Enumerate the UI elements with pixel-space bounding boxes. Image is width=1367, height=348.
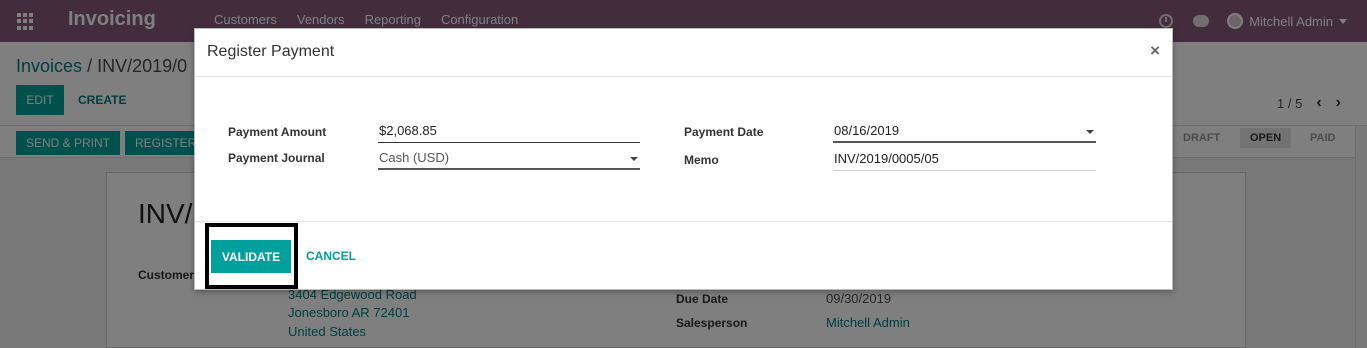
modal-title: Register Payment <box>207 43 335 60</box>
payment-amount-input[interactable]: $2,068.85 <box>378 123 640 143</box>
cancel-button[interactable]: CANCEL <box>306 249 356 263</box>
payment-journal-select[interactable]: Cash (USD) <box>378 150 640 170</box>
payment-date-label: Payment Date <box>684 125 764 139</box>
dropdown-arrow-icon <box>630 157 638 161</box>
modal-body: Payment Amount $2,068.85 Payment Journal… <box>195 77 1172 221</box>
memo-label: Memo <box>684 153 719 167</box>
modal-header: Register Payment × <box>195 29 1172 77</box>
payment-date-value: 08/16/2019 <box>834 123 900 138</box>
payment-amount-label: Payment Amount <box>228 125 327 139</box>
register-payment-dialog: Register Payment × Payment Amount $2,068… <box>194 28 1173 290</box>
memo-input[interactable]: INV/2019/0005/05 <box>833 151 1096 171</box>
dropdown-arrow-icon <box>1086 130 1094 134</box>
payment-date-input[interactable]: 08/16/2019 <box>833 123 1096 143</box>
validate-button[interactable]: VALIDATE <box>211 240 291 273</box>
modal-footer: VALIDATE CANCEL <box>195 221 1172 291</box>
close-icon[interactable]: × <box>1150 41 1160 61</box>
payment-journal-value: Cash (USD) <box>379 150 450 165</box>
payment-journal-label: Payment Journal <box>228 151 325 165</box>
